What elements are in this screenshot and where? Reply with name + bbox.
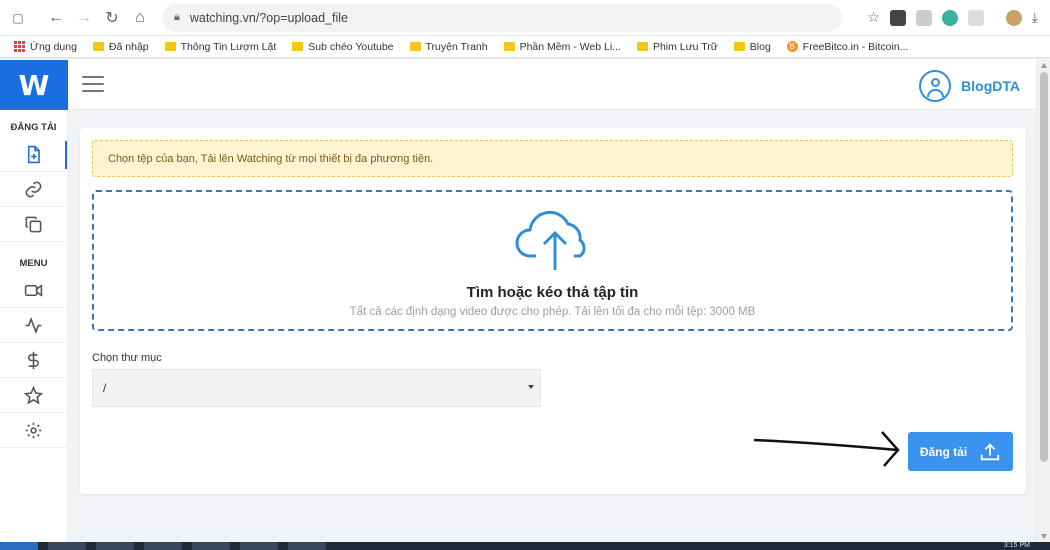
bookmark-star-icon[interactable]: ☆ <box>867 9 880 26</box>
caret-down-icon <box>528 385 534 389</box>
bitcoin-icon: B <box>786 41 798 52</box>
file-dropzone[interactable]: Tìm hoặc kéo thả tập tin Tất cả các định… <box>92 190 1013 331</box>
reload-icon[interactable]: ↻ <box>98 4 126 32</box>
profile-icon[interactable] <box>1005 9 1022 26</box>
taskbar-item[interactable] <box>48 542 86 550</box>
dollar-icon <box>28 351 39 369</box>
back-icon[interactable]: ← <box>42 4 70 32</box>
sidebar-item-settings[interactable] <box>0 413 67 448</box>
folder-icon <box>409 42 421 51</box>
sidebar-section-menu: MENU <box>19 258 48 269</box>
scroll-up-icon[interactable] <box>1041 63 1047 68</box>
dropzone-title: Tìm hoặc kéo thả tập tin <box>466 284 639 301</box>
bookmark-freebitco[interactable]: B FreeBitco.in - Bitcoin... <box>781 41 915 53</box>
url-text: watching.vn/?op=upload_file <box>189 10 348 25</box>
taskbar-item[interactable] <box>144 542 182 550</box>
cloud-upload-icon <box>515 210 586 270</box>
username: BlogDTA <box>961 78 1020 94</box>
apps-icon <box>14 41 25 52</box>
sidebar: ĐĂNG TẢI MENU <box>0 110 68 550</box>
os-taskbar: 3:15 PM <box>0 542 1050 550</box>
link-icon <box>25 181 42 197</box>
taskbar-item[interactable] <box>192 542 230 550</box>
folder-select-label: Chọn thư mục <box>92 352 162 364</box>
browser-toolbar: ▢ ← → ↻ ⌂ 🔒︎ watching.vn/?op=upload_file… <box>0 0 1050 36</box>
taskbar-item[interactable] <box>96 542 134 550</box>
page-scrollbar[interactable] <box>1036 60 1050 542</box>
taskbar-item[interactable] <box>240 542 278 550</box>
add-file-icon <box>27 145 40 163</box>
download-extension-icon[interactable] <box>889 9 906 26</box>
dropzone-subtitle: Tất cả các định dạng video được cho phép… <box>349 306 756 318</box>
taskbar-item[interactable] <box>0 542 38 550</box>
sidebar-item-stats[interactable] <box>0 308 67 343</box>
address-bar[interactable]: 🔒︎ watching.vn/?op=upload_file <box>162 3 842 32</box>
folder-select-value: / <box>103 381 107 395</box>
bookmark-folder[interactable]: Truyện Tranh <box>404 41 494 53</box>
folder-icon <box>92 42 104 51</box>
folder-icon <box>164 42 176 51</box>
star-icon <box>24 385 43 404</box>
bookmark-folder[interactable]: Đã nhập <box>87 41 155 53</box>
activity-icon <box>25 316 42 334</box>
hamburger-menu-icon[interactable] <box>82 76 104 92</box>
extension-icon[interactable] <box>941 9 958 26</box>
home-icon[interactable]: ⌂ <box>126 4 154 32</box>
sidebar-item-upload-file[interactable] <box>0 137 67 172</box>
folder-icon <box>636 42 648 51</box>
app-header: W BlogDTA <box>0 60 1036 110</box>
folder-icon <box>733 42 745 51</box>
bookmark-folder[interactable]: Sub chéo Youtube <box>286 41 399 53</box>
bookmark-folder[interactable]: Phim Lưu Trữ <box>631 41 724 53</box>
sidebar-item-videos[interactable] <box>0 273 67 308</box>
bookmark-folder[interactable]: Phần Mềm - Web Li... <box>498 41 627 53</box>
window-icon[interactable]: ▢ <box>4 4 32 32</box>
user-avatar-icon <box>919 70 952 102</box>
scrollbar-thumb[interactable] <box>1040 72 1048 462</box>
info-alert: Chọn tệp của bạn, Tải lên Watching từ mọ… <box>92 140 1013 177</box>
bookmarks-bar: Ứng dụng Đã nhập Thông Tin Lượm Lặt Sub … <box>0 36 1050 58</box>
download-icon[interactable]: ⤓ <box>1032 9 1038 26</box>
settings-icon <box>25 422 42 438</box>
sidebar-item-premium[interactable] <box>0 378 67 413</box>
sidebar-item-remote-upload[interactable] <box>0 172 67 207</box>
scroll-down-icon[interactable] <box>1041 534 1047 539</box>
bookmark-apps[interactable]: Ứng dụng <box>8 41 83 53</box>
copy-icon <box>25 216 42 232</box>
arrow-annotation-icon <box>753 431 900 467</box>
extension-icon[interactable] <box>967 9 984 26</box>
taskbar-item[interactable] <box>288 542 326 550</box>
folder-icon <box>292 42 304 51</box>
folder-icon <box>503 42 515 51</box>
upload-icon <box>981 442 1000 460</box>
extension-icon[interactable] <box>915 9 932 26</box>
forward-icon[interactable]: → <box>70 4 98 32</box>
user-menu[interactable]: BlogDTA <box>919 70 1020 102</box>
upload-button[interactable]: Đăng tải <box>908 432 1013 471</box>
sidebar-item-clone[interactable] <box>0 207 67 242</box>
site-logo[interactable]: W <box>0 60 68 110</box>
sidebar-section-upload: ĐĂNG TẢI <box>10 122 57 133</box>
bookmark-folder[interactable]: Blog <box>728 41 777 53</box>
sidebar-item-earnings[interactable] <box>0 343 67 378</box>
upload-button-label: Đăng tải <box>919 444 968 459</box>
lock-icon: 🔒︎ <box>174 11 180 23</box>
bookmark-folder[interactable]: Thông Tin Lượm Lặt <box>159 41 283 53</box>
taskbar-clock: 3:15 PM <box>1003 542 1030 549</box>
video-camera-icon <box>24 283 43 297</box>
folder-select[interactable]: / <box>92 369 541 407</box>
